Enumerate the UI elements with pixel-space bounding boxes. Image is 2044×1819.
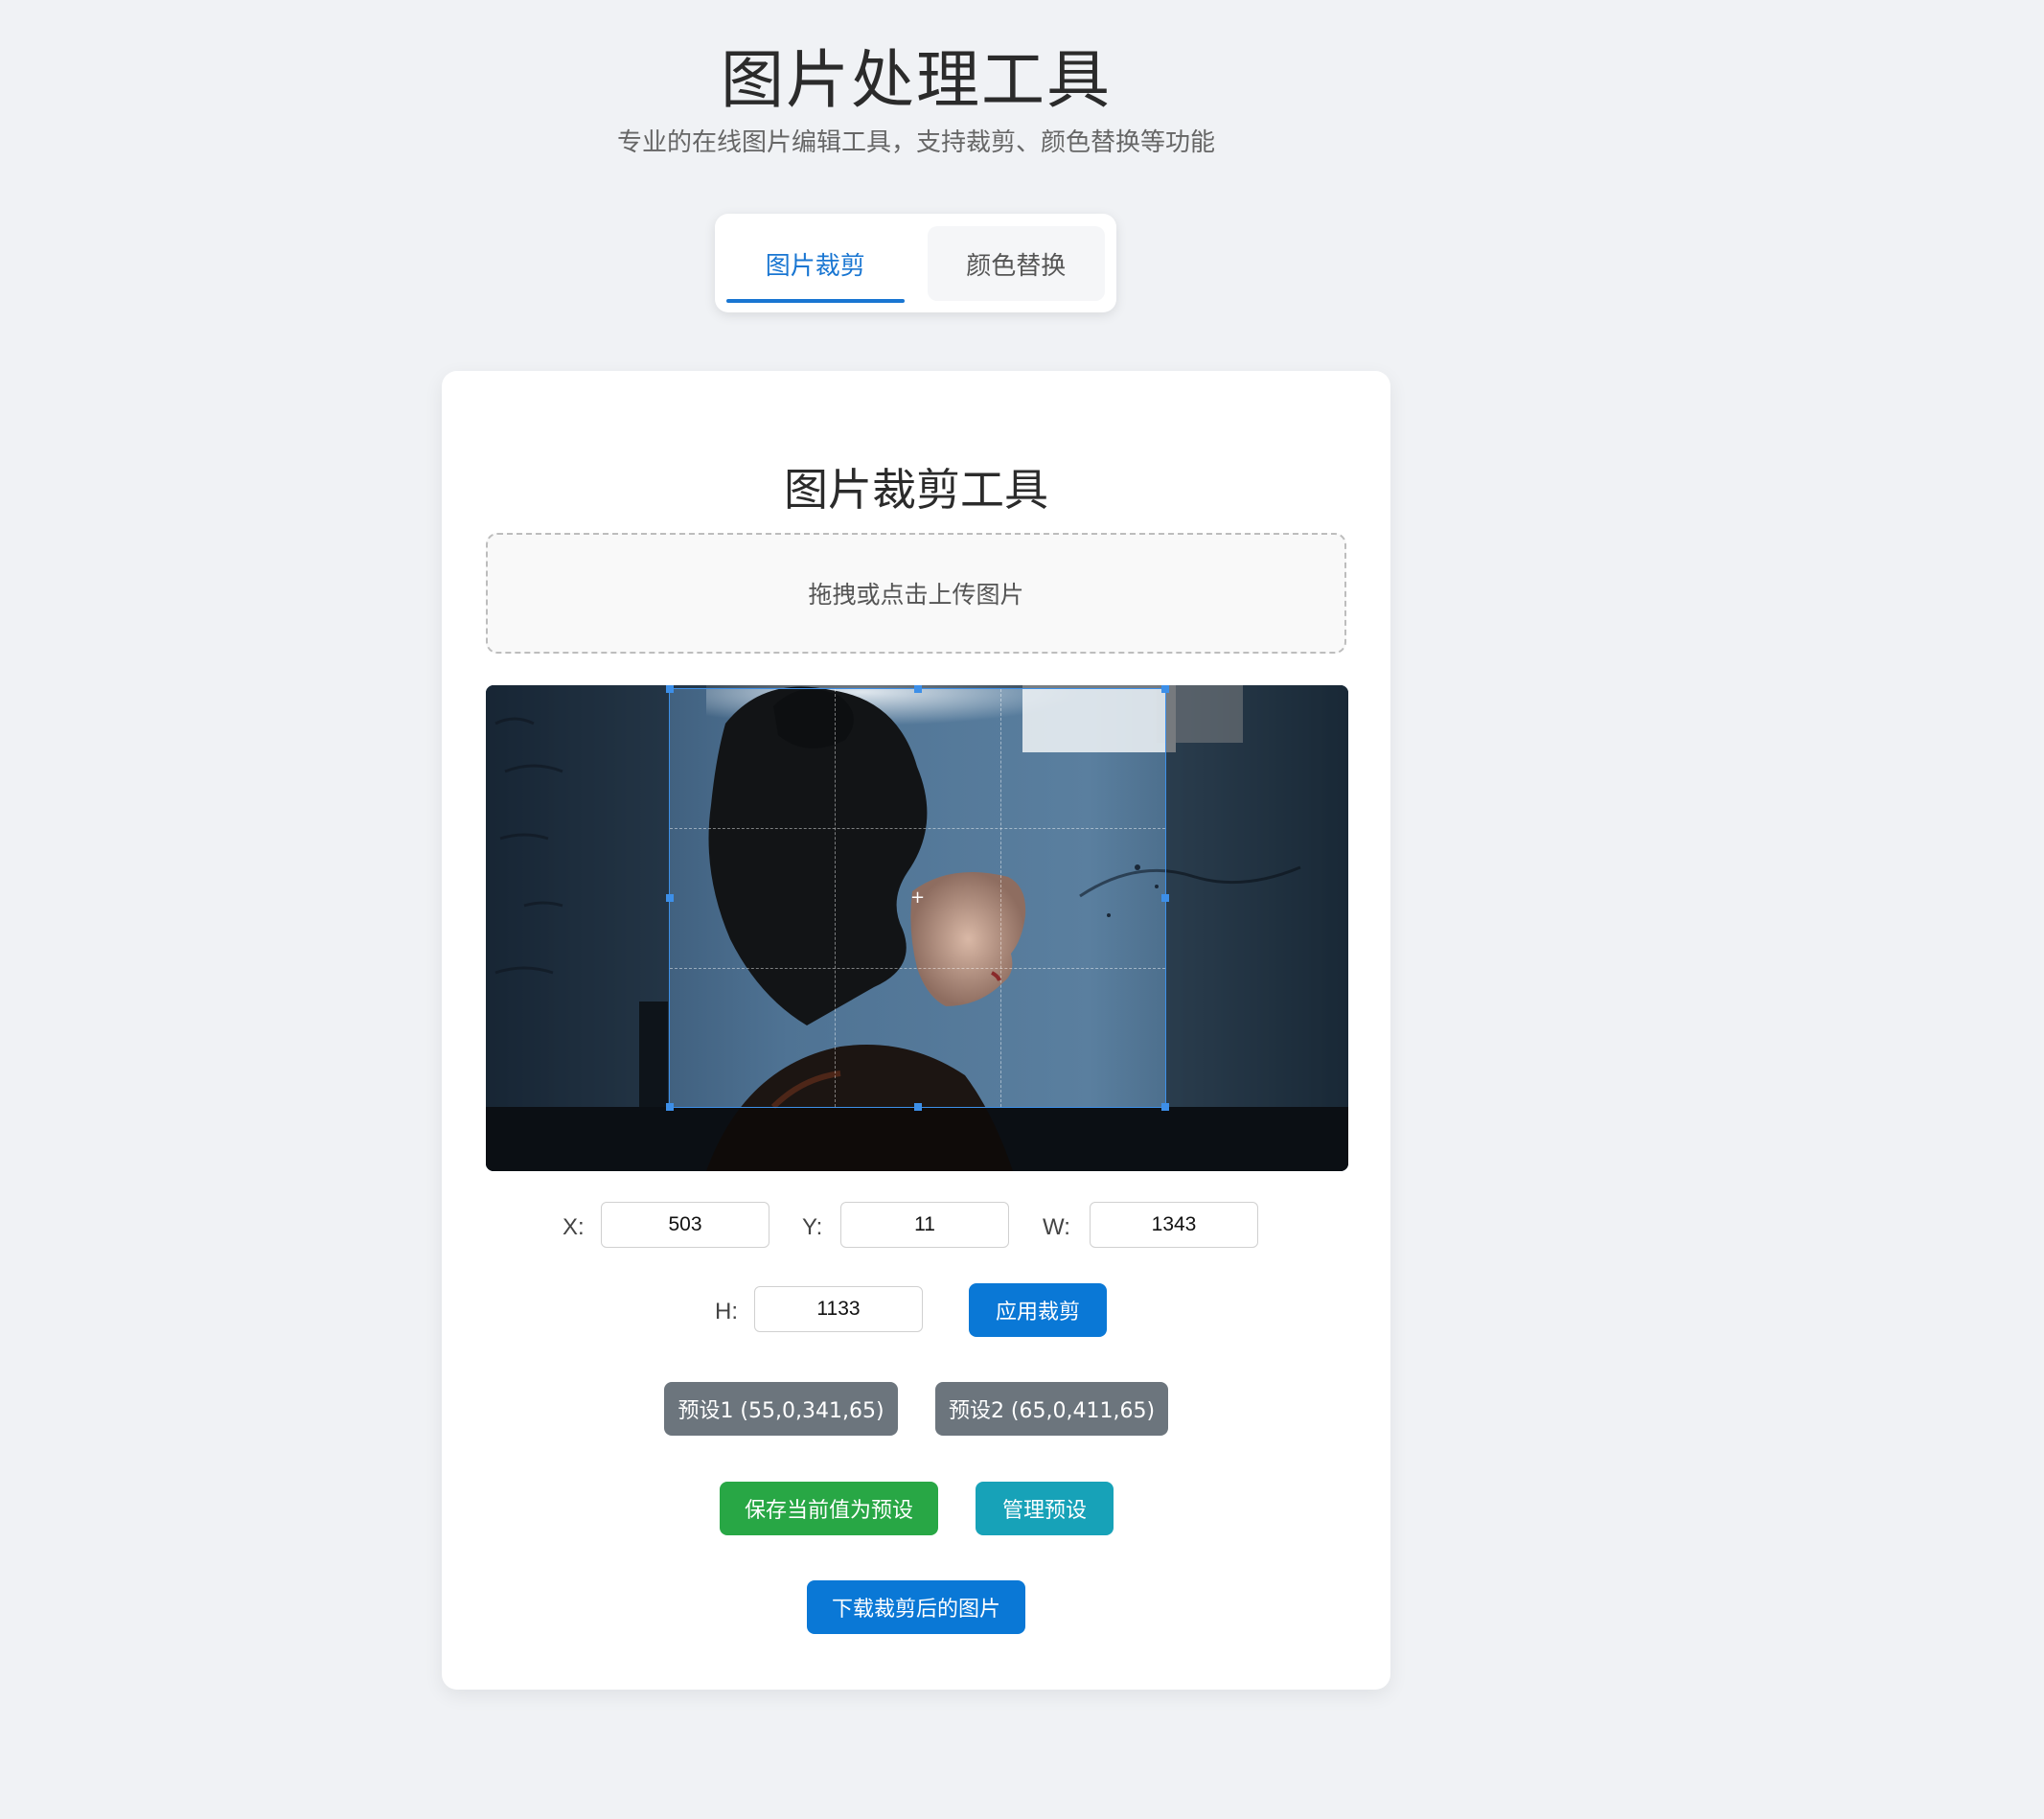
crop-tool-card: 图片裁剪工具 拖拽或点击上传图片 + X: 503 Y: 11 W: 1343 … bbox=[442, 371, 1390, 1690]
save-preset-button[interactable]: 保存当前值为预设 bbox=[720, 1482, 938, 1535]
crop-mask-left bbox=[486, 685, 669, 1171]
image-preview: + bbox=[486, 685, 1348, 1171]
crop-grid-line bbox=[670, 828, 1165, 830]
crop-tool-title: 图片裁剪工具 bbox=[784, 464, 1048, 516]
w-input[interactable] bbox=[1090, 1202, 1258, 1248]
w-label: W: bbox=[1043, 1214, 1070, 1240]
h-label: H: bbox=[715, 1299, 738, 1324]
crop-handle-top[interactable] bbox=[913, 685, 922, 693]
crop-selection-box[interactable]: + bbox=[666, 685, 1169, 1111]
h-input[interactable] bbox=[754, 1286, 923, 1332]
tab-bar: 图片裁剪 颜色替换 bbox=[715, 214, 1116, 312]
x-label: X: bbox=[563, 1214, 585, 1240]
crop-handle-right[interactable] bbox=[1161, 894, 1169, 902]
tab-image-crop[interactable]: 图片裁剪 bbox=[726, 226, 905, 303]
crop-handle-bottom[interactable] bbox=[913, 1103, 922, 1111]
y-input[interactable] bbox=[840, 1202, 1009, 1248]
crop-handle-top-left[interactable] bbox=[666, 685, 674, 693]
page-subtitle: 专业的在线图片编辑工具，支持裁剪、颜色替换等功能 bbox=[616, 128, 1215, 157]
upload-text: 拖拽或点击上传图片 bbox=[808, 581, 1024, 609]
crop-grid-line bbox=[670, 967, 1165, 969]
crop-handle-left[interactable] bbox=[666, 894, 674, 902]
crop-mask-right bbox=[1166, 685, 1348, 1171]
crosshair-icon: + bbox=[909, 887, 926, 908]
preset-1-button[interactable]: 预设1 (55,0,341,65) bbox=[664, 1382, 898, 1436]
crop-mask-bottom bbox=[669, 1108, 1166, 1171]
x-input[interactable] bbox=[601, 1202, 769, 1248]
preset-2-button[interactable]: 预设2 (65,0,411,65) bbox=[935, 1382, 1168, 1436]
crop-grid-line bbox=[835, 689, 837, 1107]
apply-crop-button[interactable]: 应用裁剪 bbox=[969, 1283, 1107, 1337]
page-title: 图片处理工具 bbox=[721, 43, 1112, 117]
tab-color-replace[interactable]: 颜色替换 bbox=[927, 226, 1105, 301]
y-label: Y: bbox=[802, 1214, 823, 1240]
manage-presets-button[interactable]: 管理预设 bbox=[976, 1482, 1114, 1535]
crop-handle-bottom-right[interactable] bbox=[1161, 1103, 1169, 1111]
crop-grid-line bbox=[999, 689, 1001, 1107]
download-button[interactable]: 下载裁剪后的图片 bbox=[807, 1580, 1025, 1634]
upload-dropzone[interactable]: 拖拽或点击上传图片 bbox=[486, 533, 1346, 654]
crop-handle-top-right[interactable] bbox=[1161, 685, 1169, 693]
crop-handle-bottom-left[interactable] bbox=[666, 1103, 674, 1111]
